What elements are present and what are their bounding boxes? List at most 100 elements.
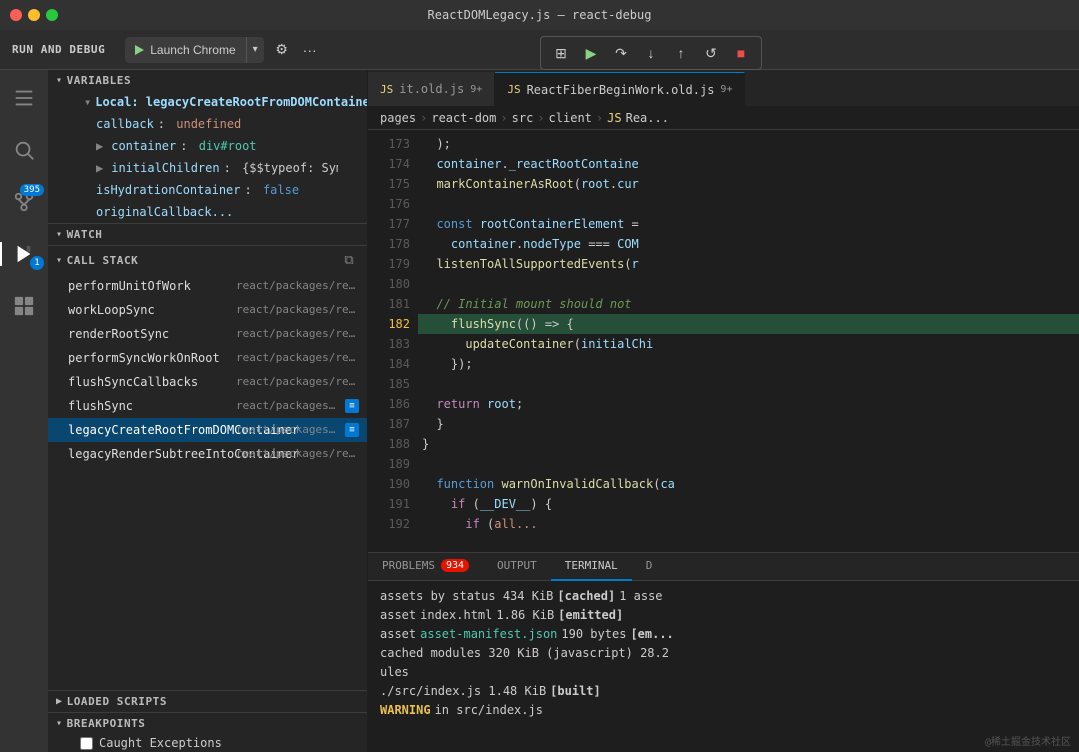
gear-icon-button[interactable]: ⚙ bbox=[268, 36, 296, 64]
debug-controls-toolbar: ⊞ ▶ ↷ ↓ ↑ ↺ ■ bbox=[540, 36, 762, 70]
stack-item[interactable]: flushSyncCallbacks react/packages/react-… bbox=[48, 370, 367, 394]
callstack-label: CALL STACK bbox=[67, 254, 139, 267]
breadcrumb-reactdom[interactable]: react-dom bbox=[431, 111, 496, 125]
tab-debug-console[interactable]: D bbox=[632, 553, 667, 581]
terminal-line: asset asset-manifest.json 190 bytes [em.… bbox=[380, 625, 1067, 644]
code-line: container.nodeType === COM bbox=[418, 234, 1079, 254]
terminal-line: cached modules 320 KiB (javascript) 28.2 bbox=[380, 644, 1067, 663]
tab-reactfiber[interactable]: JS ReactFiberBeginWork.old.js 9+ bbox=[495, 72, 745, 106]
terminal-line: ules bbox=[380, 663, 1067, 682]
caught-exceptions-item[interactable]: Caught Exceptions bbox=[48, 734, 367, 752]
minimize-dot[interactable] bbox=[28, 9, 40, 21]
terminal-line: WARNING in src/index.js bbox=[380, 701, 1067, 720]
launch-dropdown-button[interactable]: ▾ bbox=[247, 37, 264, 63]
initial-expand: ▶ bbox=[96, 158, 103, 178]
launch-button[interactable]: Launch Chrome bbox=[125, 37, 246, 63]
breadcrumb-file[interactable]: Rea... bbox=[626, 111, 669, 125]
watch-label: WATCH bbox=[67, 228, 103, 241]
stack-item[interactable]: renderRootSync react/packages/react-reco… bbox=[48, 322, 367, 346]
activity-extensions[interactable] bbox=[0, 282, 48, 330]
stack-item[interactable]: performSyncWorkOnRoot react/packages/rea… bbox=[48, 346, 367, 370]
terminal-line: ./src/index.js 1.48 KiB [built] bbox=[380, 682, 1067, 701]
ellipsis-button[interactable]: ··· bbox=[296, 36, 324, 64]
debug-toolbar: RUN AND DEBUG Launch Chrome ▾ ⚙ ··· ⊞ ▶ … bbox=[0, 30, 1079, 70]
var-container[interactable]: ▶ container : div#root bbox=[48, 135, 367, 157]
tabs-bar: JS it.old.js 9+ JS ReactFiberBeginWork.o… bbox=[368, 70, 1079, 106]
bottom-tabs: PROBLEMS 934 OUTPUT TERMINAL D bbox=[368, 553, 1079, 581]
var-originalcallback[interactable]: originalCallback... bbox=[48, 201, 367, 223]
continue-button[interactable]: ▶ bbox=[577, 39, 605, 67]
activity-source-control[interactable]: 395 bbox=[0, 178, 48, 226]
local-scope-item[interactable]: ▾ Local: legacyCreateRootFromDOMContaine… bbox=[48, 91, 367, 113]
bottom-panel: PROBLEMS 934 OUTPUT TERMINAL D assets by… bbox=[368, 552, 1079, 752]
code-line: listenToAllSupportedEvents(r bbox=[418, 254, 1079, 274]
stack-item[interactable]: legacyRenderSubtreeIntoContainer react/p… bbox=[48, 442, 367, 466]
caught-exceptions-checkbox[interactable] bbox=[80, 737, 93, 750]
tab-output[interactable]: OUTPUT bbox=[483, 553, 551, 581]
activity-search[interactable] bbox=[0, 126, 48, 174]
stack-item-selected[interactable]: legacyCreateRootFromDOMContainer react/p… bbox=[48, 418, 367, 442]
container-expand: ▶ bbox=[96, 136, 103, 156]
breakpoints-header[interactable]: ▾ BREAKPOINTS bbox=[48, 713, 367, 734]
step-into-button[interactable]: ↓ bbox=[637, 39, 665, 67]
window-title: ReactDOMLegacy.js — react-debug bbox=[428, 8, 652, 22]
code-line: } bbox=[418, 414, 1079, 434]
code-line bbox=[418, 194, 1079, 214]
stack-scroll-icon2[interactable]: ≡ bbox=[345, 423, 359, 437]
terminal-line: asset index.html 1.86 KiB [emitted] bbox=[380, 606, 1067, 625]
terminal-line: assets by status 434 KiB [cached] 1 asse bbox=[380, 587, 1067, 606]
output-label: OUTPUT bbox=[497, 559, 537, 572]
call-stack-header[interactable]: ▾ CALL STACK ⧉ bbox=[48, 246, 367, 274]
breadcrumb-client[interactable]: client bbox=[549, 111, 592, 125]
maximize-dot[interactable] bbox=[46, 9, 58, 21]
code-line: function warnOnInvalidCallback(ca bbox=[418, 474, 1079, 494]
stack-item[interactable]: flushSync react/packages/react-reconcile… bbox=[48, 394, 367, 418]
grid-debug-button[interactable]: ⊞ bbox=[547, 39, 575, 67]
window-controls[interactable] bbox=[10, 9, 58, 21]
code-line: updateContainer(initialChi bbox=[418, 334, 1079, 354]
breadcrumb-src[interactable]: src bbox=[512, 111, 534, 125]
tab-reactfiber-label: ReactFiberBeginWork.old.js bbox=[527, 83, 715, 97]
step-over-button[interactable]: ↷ bbox=[607, 39, 635, 67]
problems-badge: 934 bbox=[441, 559, 469, 572]
call-stack-list: performUnitOfWork react/packages/react-r… bbox=[48, 274, 367, 690]
debug-badge: 1 bbox=[30, 256, 44, 270]
code-content: ); container._reactRootContaine markCont… bbox=[418, 130, 1079, 552]
watch-section-header[interactable]: ▾ WATCH bbox=[48, 224, 367, 245]
variables-tree: ▾ Local: legacyCreateRootFromDOMContaine… bbox=[48, 91, 367, 223]
close-dot[interactable] bbox=[10, 9, 22, 21]
main-layout: 395 1 ▾ VARIABLES ▾ Local: legacyCreateR… bbox=[0, 70, 1079, 752]
activity-explorer[interactable] bbox=[0, 74, 48, 122]
stack-item[interactable]: performUnitOfWork react/packages/react-r… bbox=[48, 274, 367, 298]
variables-section-header[interactable]: ▾ VARIABLES bbox=[48, 70, 367, 91]
watch-chevron: ▾ bbox=[56, 229, 63, 240]
breadcrumb-pages[interactable]: pages bbox=[380, 111, 416, 125]
stop-button[interactable]: ■ bbox=[727, 39, 755, 67]
var-callback[interactable]: callback : undefined bbox=[48, 113, 367, 135]
editor-area: JS it.old.js 9+ JS ReactFiberBeginWork.o… bbox=[368, 70, 1079, 752]
code-line: } bbox=[418, 434, 1079, 454]
breakpoints-chevron: ▾ bbox=[56, 718, 63, 729]
loaded-scripts-header[interactable]: ▶ LOADED SCRIPTS bbox=[48, 691, 367, 712]
callstack-chevron: ▾ bbox=[56, 255, 63, 266]
restart-button[interactable]: ↺ bbox=[697, 39, 725, 67]
step-out-button[interactable]: ↑ bbox=[667, 39, 695, 67]
breadcrumb-js-icon: JS bbox=[607, 111, 621, 125]
debug-console-label: D bbox=[646, 559, 653, 572]
var-ishydration[interactable]: isHydrationContainer : false bbox=[48, 179, 367, 201]
stack-scroll-icon[interactable]: ≡ bbox=[345, 399, 359, 413]
tab-it-badge: 9+ bbox=[470, 84, 482, 95]
play-icon bbox=[135, 45, 144, 55]
tab-it-old[interactable]: JS it.old.js 9+ bbox=[368, 72, 495, 106]
tab-js-icon2: JS bbox=[507, 83, 520, 96]
code-line: if (all... bbox=[418, 514, 1079, 534]
activity-run-debug[interactable]: 1 bbox=[0, 230, 48, 278]
stack-item[interactable]: workLoopSync react/packages/react-reconc… bbox=[48, 298, 367, 322]
tab-problems[interactable]: PROBLEMS 934 bbox=[368, 553, 483, 581]
debug-panel: ▾ VARIABLES ▾ Local: legacyCreateRootFro… bbox=[48, 70, 368, 752]
tab-terminal[interactable]: TERMINAL bbox=[551, 553, 632, 581]
var-initialchildren[interactable]: ▶ initialChildren : {$$typeof: Symbol(re… bbox=[48, 157, 338, 179]
breadcrumb: pages › react-dom › src › client › JS Re… bbox=[368, 106, 1079, 130]
code-line: const rootContainerElement = bbox=[418, 214, 1079, 234]
copy-call-stack-button[interactable]: ⧉ bbox=[339, 250, 359, 270]
